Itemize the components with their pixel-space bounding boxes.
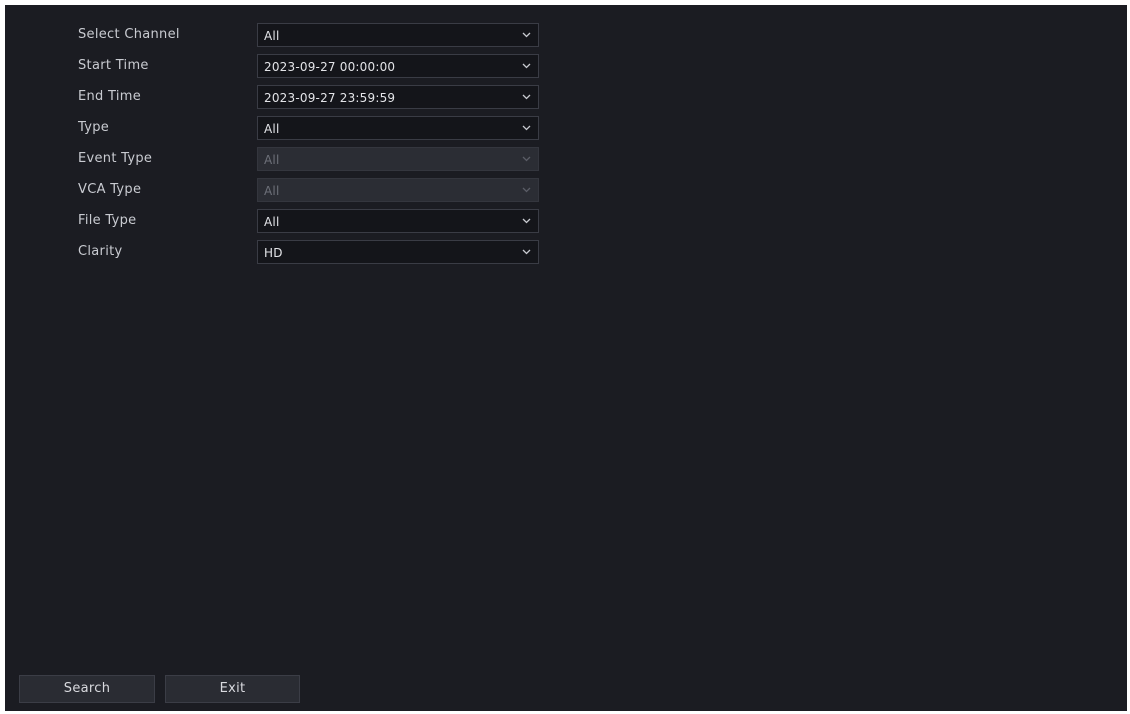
select-channel-dropdown[interactable]: All [257,23,539,47]
type-label: Type [78,120,110,135]
clarity-value: HD [264,246,283,260]
row-file-type: File Type All [5,209,565,235]
clarity-label: Clarity [78,244,123,259]
vca-type-label: VCA Type [78,182,142,197]
vca-type-value: All [264,184,280,198]
start-time-value: 2023-09-27 00:00:00 [264,60,396,74]
clarity-dropdown[interactable]: HD [257,240,539,264]
chevron-down-icon [522,63,531,69]
end-time-label: End Time [78,89,142,104]
event-type-label: Event Type [78,151,153,166]
row-start-time: Start Time 2023-09-27 00:00:00 [5,54,565,80]
row-clarity: Clarity HD [5,240,565,266]
chevron-down-icon [522,94,531,100]
chevron-down-icon [522,218,531,224]
row-vca-type: VCA Type All [5,178,565,204]
row-type: Type All [5,116,565,142]
row-event-type: Event Type All [5,147,565,173]
row-end-time: End Time 2023-09-27 23:59:59 [5,85,565,111]
row-select-channel: Select Channel All [5,23,565,49]
end-time-picker[interactable]: 2023-09-27 23:59:59 [257,85,539,109]
event-type-value: All [264,153,280,167]
chevron-down-icon [522,187,531,193]
start-time-picker[interactable]: 2023-09-27 00:00:00 [257,54,539,78]
chevron-down-icon [522,156,531,162]
chevron-down-icon [522,249,531,255]
event-type-dropdown: All [257,147,539,171]
start-time-label: Start Time [78,58,149,73]
chevron-down-icon [522,125,531,131]
file-type-value: All [264,215,280,229]
select-channel-value: All [264,29,280,43]
search-button[interactable]: Search [19,675,155,703]
file-type-dropdown[interactable]: All [257,209,539,233]
vca-type-dropdown: All [257,178,539,202]
end-time-value: 2023-09-27 23:59:59 [264,91,396,105]
search-dialog: Select Channel All Start Time 2023-09-27… [5,5,1127,711]
file-type-label: File Type [78,213,137,228]
chevron-down-icon [522,32,531,38]
type-value: All [264,122,280,136]
select-channel-label: Select Channel [78,27,180,42]
type-dropdown[interactable]: All [257,116,539,140]
exit-button[interactable]: Exit [165,675,300,703]
